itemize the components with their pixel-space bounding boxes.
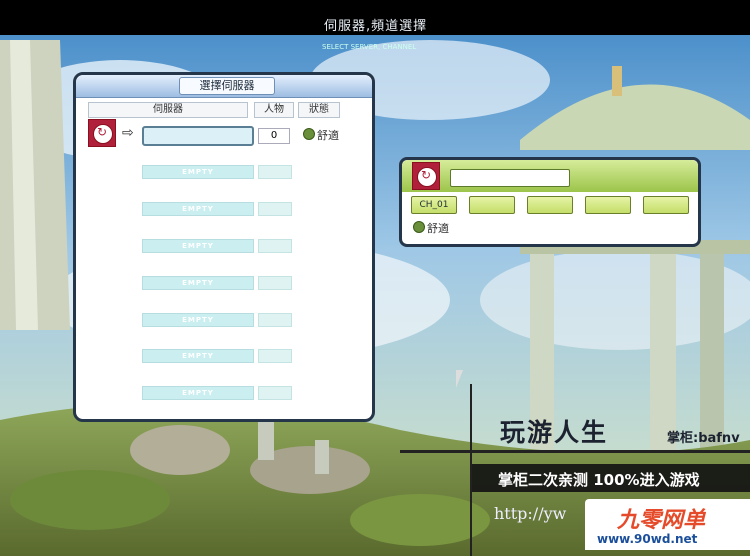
mouse-cursor-icon xyxy=(456,370,463,388)
column-header-status: 狀態 xyxy=(298,102,340,118)
server-slot-empty[interactable]: EMPTY xyxy=(142,386,254,400)
channel-status-label: 舒適 xyxy=(427,222,449,235)
server-slot-count-empty xyxy=(258,202,292,216)
watermark-url: www.90wd.net xyxy=(597,532,698,546)
server-slot-empty[interactable]: EMPTY xyxy=(142,165,254,179)
server-slot-count-empty xyxy=(258,239,292,253)
server-slot-empty[interactable]: EMPTY xyxy=(142,313,254,327)
server-panel-title: 選擇伺服器 xyxy=(179,77,275,95)
server-select-panel: 選擇伺服器 伺服器 人物 狀態 ⇨ 0 舒適 EMPTY EMPTY EMPTY… xyxy=(73,72,375,422)
server-slot-count-empty xyxy=(258,165,292,179)
overlay-divider-horizontal xyxy=(400,450,750,453)
overlay-divider-vertical xyxy=(470,384,472,556)
top-letterbox: 伺服器,頻道選擇 xyxy=(0,0,750,35)
channel-emblem-icon xyxy=(412,162,440,190)
overlay-brand: 玩游人生 xyxy=(500,418,609,447)
overlay-slogan-bar: 掌柜二次亲测 100%进入游戏 xyxy=(470,464,750,492)
channel-select-panel: CH_01 舒適 xyxy=(399,157,701,247)
select-arrow-icon: ⇨ xyxy=(122,125,134,141)
screen-subtitle: SELECT SERVER, CHANNEL xyxy=(322,43,417,51)
server-status: 舒適 xyxy=(303,127,339,143)
server-slot-empty[interactable]: EMPTY xyxy=(142,349,254,363)
channel-status: 舒適 xyxy=(413,220,449,236)
watermark-logo: 九零网单 www.90wd.net xyxy=(585,499,750,550)
server-slot-empty[interactable]: EMPTY xyxy=(142,202,254,216)
screen-title: 伺服器,頻道選擇 xyxy=(324,19,428,34)
channel-button-3[interactable] xyxy=(527,196,573,214)
server-slot-empty[interactable]: EMPTY xyxy=(142,276,254,290)
server-slot-empty[interactable]: EMPTY xyxy=(142,239,254,253)
overlay-slogan: 掌柜二次亲测 100%进入游戏 xyxy=(498,471,700,489)
column-header-server: 伺服器 xyxy=(88,102,248,118)
channel-panel-header xyxy=(402,160,698,192)
channel-button-1[interactable]: CH_01 xyxy=(411,196,457,214)
server-slot-selected[interactable] xyxy=(142,126,254,146)
server-panel-titlebar[interactable]: 選擇伺服器 xyxy=(76,75,372,98)
server-character-count: 0 xyxy=(258,128,290,144)
overlay-keeper: 掌柜:bafnv xyxy=(667,431,740,446)
server-status-label: 舒適 xyxy=(317,129,339,142)
server-slot-count-empty xyxy=(258,276,292,290)
channel-button-5[interactable] xyxy=(643,196,689,214)
server-slot-count-empty xyxy=(258,313,292,327)
column-header-characters: 人物 xyxy=(254,102,294,118)
watermark-logo-text: 九零网单 xyxy=(617,508,706,533)
channel-button-4[interactable] xyxy=(585,196,631,214)
overlay-url: http://yw xyxy=(494,504,567,523)
server-slot-count-empty xyxy=(258,386,292,400)
server-emblem-icon xyxy=(88,119,116,147)
status-indicator-icon xyxy=(303,128,315,140)
server-slot-count-empty xyxy=(258,349,292,363)
status-indicator-icon xyxy=(413,221,425,233)
channel-server-name-box xyxy=(450,169,570,187)
channel-button-2[interactable] xyxy=(469,196,515,214)
